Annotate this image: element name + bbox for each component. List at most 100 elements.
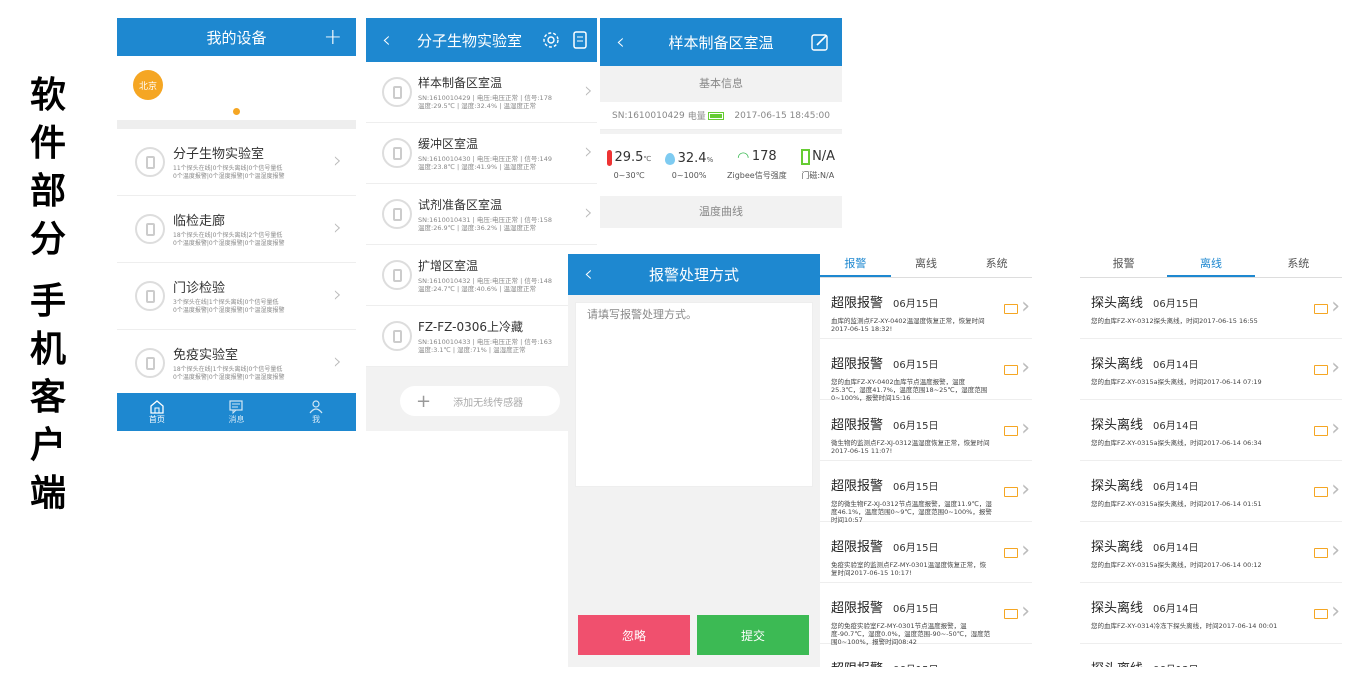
message-header: 探头离线 06月14日 (1091, 597, 1302, 616)
message-title: 超限报警 (831, 418, 884, 433)
nav-messages[interactable]: 消息 (228, 399, 244, 425)
submit-button[interactable]: 提交 (697, 615, 809, 655)
device-status-line1: 3个探头在线|1个探头离线|0个信号量低 (173, 299, 279, 306)
alarm-messages-screen: 报警 离线 系统 超限报警 06月15日 血库的监测点FZ-XY-0402温湿度恢复正常… (820, 250, 1032, 667)
sensor-list-item[interactable]: 样本制备区室温 SN:1610010429 | 电压:电压正常 | 信号:178 温… (366, 62, 597, 123)
sensor-list-item[interactable]: FZ-FZ-0306上冷藏 SN:1610010433 | 电压:电压正常 | 信… (366, 306, 597, 367)
device-status-line2: 0个温度报警|0个湿度报警|0个温湿度报警 (173, 374, 285, 381)
side-title-char: 部 (29, 171, 66, 212)
chevron-right-icon: › (1331, 477, 1340, 502)
back-button[interactable]: ‹ (616, 30, 625, 55)
message-title: 探头离线 (1091, 357, 1144, 372)
report-icon[interactable] (572, 30, 588, 50)
handling-textarea[interactable]: 请填写报警处理方式。 (575, 302, 813, 487)
nav-me[interactable]: 我 (308, 399, 324, 425)
chevron-right-icon: › (584, 200, 593, 226)
header-bar: ‹ 样本制备区室温 (600, 18, 842, 66)
sensor-detail-screen: ‹ 样本制备区室温 基本信息 SN:1610010429 电量 2017-06-… (600, 18, 842, 254)
tab-offline[interactable]: 离线 (1167, 250, 1255, 277)
page-title: 报警处理方式 (648, 266, 739, 284)
sensor-text: 试剂准备区室温 SN:1610010431 | 电压:电压正常 | 信号:158 温… (418, 196, 552, 232)
city-badge[interactable]: 北京 (133, 70, 163, 100)
side-title-char: 户 (29, 425, 66, 466)
message-date: 06月15日 (893, 543, 939, 554)
chevron-right-icon: › (333, 282, 342, 308)
user-icon (309, 400, 323, 414)
sensor-status-line1: SN:1610010429 | 电压:电压正常 | 信号:178 (418, 94, 552, 102)
sensor-list-item[interactable]: 缓冲区室温 SN:1610010430 | 电压:电压正常 | 信号:149 温度:… (366, 123, 597, 184)
add-device-button[interactable]: + (324, 25, 342, 50)
message-tabs: 报警 离线 系统 (1080, 250, 1342, 278)
readings-row: 29.5℃ 0~30℃ 32.4% 0~100% ◠ 178 Zigbee信号强… (600, 134, 842, 196)
location-area: 北京 (117, 56, 356, 120)
message-text: 您的血库FZ-XY-0315a探头离线，时间2017-06-14 01:51 (1091, 500, 1262, 508)
message-header: 超限报警 06月15日 (831, 292, 992, 311)
side-title: 软 件 部 分 手 机 客 户 端 (22, 72, 74, 518)
message-item[interactable]: 超限报警 06月15日 微生物的监测点FZ-XJ-0312温湿度恢复正常，恢复时间2… (820, 400, 1032, 461)
device-status-line1: 11个探头在线|0个探头离线|0个信号量低 (173, 165, 283, 172)
message-text: 您的血库FZ-XY-0314冷冻下探头离线，时间2017-06-14 00:01 (1091, 622, 1278, 630)
message-item[interactable]: 超限报警 06月15日 您的免疫实验室FZ-MY-0301节点温度报警，温度-90.… (820, 583, 1032, 646)
message-date: 06月14日 (1153, 360, 1199, 371)
device-list-item[interactable]: 分子生物实验室 11个探头在线|0个探头离线|0个信号量低 0个温度报警|0个湿度报… (117, 129, 356, 196)
message-item[interactable]: 探头离线 06月14日 您的血库FZ-XY-0315a探头离线，时间2017-06-… (1080, 461, 1342, 522)
tab-alarm[interactable]: 报警 (1080, 250, 1167, 277)
envelope-icon (1004, 365, 1018, 375)
device-list-item[interactable]: 免疫实验室 18个探头在线|1个探头离线|0个信号量低 0个温度报警|0个湿度报警|… (117, 330, 356, 397)
device-text: 门诊检验 3个探头在线|1个探头离线|0个信号量低 0个温度报警|0个湿度报警|0个… (173, 277, 285, 315)
chevron-right-icon: › (1021, 416, 1030, 441)
message-text: 微生物的监测点FZ-XJ-0312温湿度恢复正常，恢复时间2017-06-15 … (831, 439, 990, 455)
sensor-icon (382, 260, 412, 290)
device-status-line1: 18个探头在线|0个探头离线|2个信号量低 (173, 232, 283, 239)
tab-alarm[interactable]: 报警 (820, 250, 891, 277)
message-date: 06月14日 (1153, 604, 1199, 615)
tab-system[interactable]: 系统 (1255, 250, 1342, 277)
sensor-status-line2: 温度:26.9℃ | 湿度:36.2% | 温湿度正常 (418, 224, 536, 232)
message-item[interactable]: 超限报警 06月15日 您的微生物FZ-XJ-0312节点温度报警，温度11.9℃，… (820, 461, 1032, 524)
gear-icon[interactable] (541, 30, 561, 50)
message-item[interactable]: 超限报警 06月15日 您的血库FZ-XY-0402血库节点温度报警，温度25.3℃… (820, 339, 1032, 402)
battery-icon (707, 111, 724, 120)
add-sensor-button[interactable]: + 添加无线传感器 (400, 386, 560, 416)
alarm-handling-screen: ‹ 报警处理方式 请填写报警处理方式。 忽略 提交 (568, 254, 820, 667)
message-item[interactable]: 超限报警 06月15日 免疫实验室的监测点FZ-MY-0301温湿度恢复正常，恢复时… (820, 522, 1032, 583)
chevron-right-icon: › (584, 78, 593, 104)
message-item[interactable]: 探头离线 06月14日 您的血库FZ-XY-0315a探头离线，时间2017-06-… (1080, 522, 1342, 583)
chevron-right-icon: › (333, 215, 342, 241)
message-date: 06月15日 (893, 604, 939, 615)
back-button[interactable]: ‹ (382, 28, 391, 53)
message-item[interactable]: 探头离线 06月15日 您的血库FZ-XY-0312探头离线，时间2017-06-1… (1080, 278, 1342, 339)
message-item[interactable]: 超限报警 06月15日 › (820, 644, 1032, 667)
sensor-list-item[interactable]: 扩增区室温 SN:1610010432 | 电压:电压正常 | 信号:148 温度:… (366, 245, 597, 306)
tab-system[interactable]: 系统 (961, 250, 1032, 277)
temperature-reading: 29.5℃ 0~30℃ (606, 150, 651, 181)
message-item[interactable]: 探头离线 06月14日您的血库FZ-XY-0314冷冻下探头离线，时间2017-0… (1080, 583, 1342, 644)
side-title-char: 机 (29, 329, 66, 370)
message-title: 超限报警 (831, 658, 883, 667)
device-list-item[interactable]: 临检走廊 18个探头在线|0个探头离线|2个信号量低 0个温度报警|0个湿度报警|0… (117, 196, 356, 263)
tab-offline[interactable]: 离线 (891, 250, 962, 277)
sensor-text: 缓冲区室温 SN:1610010430 | 电压:电压正常 | 信号:149 温度:… (418, 135, 552, 171)
sensor-name: 扩增区室温 (418, 259, 479, 273)
update-time: 2017-06-15 18:45:00 (734, 110, 830, 121)
back-button[interactable]: ‹ (584, 262, 593, 287)
chevron-right-icon: › (1021, 355, 1030, 380)
ignore-button[interactable]: 忽略 (578, 615, 690, 655)
door-reading: N/A 门磁:N/A (800, 149, 835, 182)
message-item[interactable]: 探头离线 06月14日 您的血库FZ-XY-0315a探头离线，时间2017-06-… (1080, 400, 1342, 461)
page-title: 我的设备 (206, 28, 267, 47)
message-item[interactable]: 探头离线 06月13日 › (1080, 644, 1342, 667)
nav-home[interactable]: 首页 (149, 399, 165, 425)
device-list-item[interactable]: 门诊检验 3个探头在线|1个探头离线|0个信号量低 0个温度报警|0个湿度报警|0个… (117, 263, 356, 330)
edit-icon[interactable] (810, 32, 830, 52)
sensor-list-item[interactable]: 试剂准备区室温 SN:1610010431 | 电压:电压正常 | 信号:158 温… (366, 184, 597, 245)
message-text: 您的血库FZ-XY-0315a探头离线，时间2017-06-14 06:34 (1091, 439, 1262, 447)
ignore-label: 忽略 (621, 628, 646, 643)
message-item[interactable]: 超限报警 06月15日 血库的监测点FZ-XY-0402温湿度恢复正常，恢复时间20… (820, 278, 1032, 339)
temperature-range: 0~30℃ (613, 171, 645, 181)
device-name: 免疫实验室 (173, 348, 239, 363)
signal-reading: ◠ 178 Zigbee信号强度 (727, 149, 787, 182)
message-text: 您的血库FZ-XY-0315a探头离线，时间2017-06-14 00:12 (1091, 561, 1262, 569)
message-header: 探头离线 06月15日 (1091, 292, 1302, 311)
message-item[interactable]: 探头离线 06月14日 您的血库FZ-XY-0315a探头离线，时间2017-06-… (1080, 339, 1342, 400)
